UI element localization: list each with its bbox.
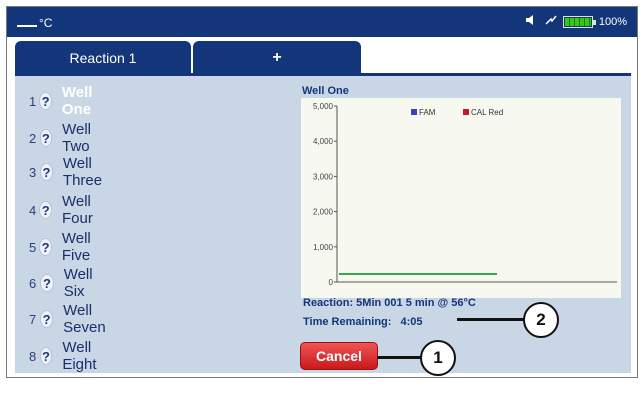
legend-label-fam: FAM bbox=[419, 108, 436, 117]
well-label: Well Three bbox=[62, 155, 103, 189]
y-tick-label: 5,000 bbox=[313, 102, 334, 111]
fluorescence-chart: 0 1,000 2,000 3,000 4,000 5,000 FAM CAL Red bbox=[301, 98, 621, 298]
question-icon: ? bbox=[39, 238, 52, 256]
callout-2: 2 bbox=[523, 302, 559, 338]
well-item-6[interactable]: 6 ? Well Six bbox=[29, 266, 102, 300]
well-item-8[interactable]: 8 ? Well Eight bbox=[29, 339, 107, 373]
callout-2-line bbox=[457, 318, 527, 321]
y-tick-label: 4,000 bbox=[313, 137, 334, 146]
tab-add-reaction[interactable]: + bbox=[193, 41, 361, 75]
plot-area bbox=[301, 98, 621, 298]
question-icon: ? bbox=[39, 201, 52, 219]
battery-icon bbox=[562, 15, 596, 28]
y-tick-label: 1,000 bbox=[313, 243, 334, 252]
temperature-readout: °C bbox=[17, 16, 52, 30]
temperature-unit: °C bbox=[39, 16, 53, 30]
volume-icon bbox=[525, 15, 539, 28]
charging-icon bbox=[545, 15, 557, 28]
well-label: Well One bbox=[61, 84, 93, 118]
y-tick-label: 0 bbox=[329, 278, 334, 287]
well-number: 5 bbox=[29, 239, 37, 255]
time-remaining-label: Time Remaining: bbox=[303, 316, 392, 328]
well-label: Well Seven bbox=[63, 302, 106, 336]
tab-reaction-1[interactable]: Reaction 1 bbox=[15, 41, 191, 75]
legend-label-cal-red: CAL Red bbox=[471, 108, 503, 117]
question-icon: ? bbox=[39, 347, 53, 365]
legend-swatch-cal-red bbox=[463, 109, 469, 115]
y-tick-label: 2,000 bbox=[313, 208, 334, 217]
question-icon: ? bbox=[39, 129, 53, 147]
well-label: Well Five bbox=[61, 230, 91, 264]
status-bar: °C 100% bbox=[7, 7, 637, 37]
time-remaining: Time Remaining: 4:05 bbox=[303, 316, 423, 328]
well-label: Well Six bbox=[63, 266, 93, 300]
well-number: 6 bbox=[29, 275, 37, 291]
well-number: 7 bbox=[29, 311, 37, 327]
cancel-button[interactable]: Cancel bbox=[300, 342, 378, 370]
well-number: 8 bbox=[29, 348, 37, 364]
tab-bar: Reaction 1 + bbox=[7, 37, 637, 75]
chart-title: Well One bbox=[302, 85, 349, 97]
battery-percent: 100% bbox=[598, 15, 627, 28]
well-number: 1 bbox=[29, 93, 37, 109]
well-label: Well Four bbox=[61, 193, 93, 227]
well-item-2[interactable]: 2 ? Well Two bbox=[29, 121, 102, 155]
callout-1-line bbox=[377, 356, 423, 359]
well-number: 3 bbox=[29, 164, 37, 180]
legend-swatch-fam bbox=[411, 109, 417, 115]
reaction-panel: 1 ? Well One 2 ? Well Two 3 ? Well Three… bbox=[15, 73, 631, 376]
well-number: 4 bbox=[29, 202, 37, 218]
question-icon: ? bbox=[39, 92, 52, 110]
status-indicators: 100% bbox=[525, 15, 627, 28]
time-remaining-value: 4:05 bbox=[400, 316, 423, 328]
well-label: Well Eight bbox=[62, 339, 97, 373]
well-item-7[interactable]: 7 ? Well Seven bbox=[29, 302, 116, 336]
well-number: 2 bbox=[29, 130, 37, 146]
well-label: Well Two bbox=[62, 121, 92, 155]
device-screen: °C 100% Reaction 1 + 1 ? Well One 2 ? We… bbox=[6, 6, 638, 378]
well-item-5[interactable]: 5 ? Well Five bbox=[29, 230, 102, 264]
question-icon: ? bbox=[40, 310, 54, 328]
temperature-value-blank bbox=[17, 25, 37, 27]
question-icon: ? bbox=[40, 274, 54, 292]
question-icon: ? bbox=[39, 163, 53, 181]
callout-1: 1 bbox=[420, 340, 456, 376]
y-tick-label: 3,000 bbox=[313, 172, 334, 181]
well-item-1[interactable]: 1 ? Well One bbox=[29, 84, 104, 118]
reaction-info: Reaction: 5Min 001 5 min @ 56°C bbox=[303, 297, 476, 309]
well-item-3[interactable]: 3 ? Well Three bbox=[29, 155, 112, 189]
well-item-4[interactable]: 4 ? Well Four bbox=[29, 193, 104, 227]
